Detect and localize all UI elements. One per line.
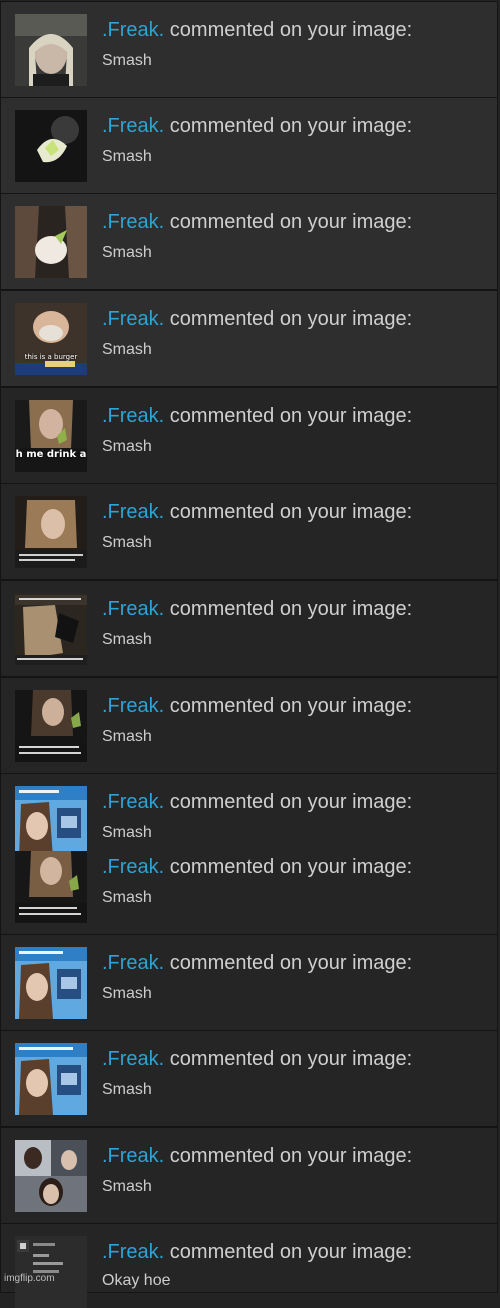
username-link[interactable]: .Freak. xyxy=(102,952,164,974)
notification-text: .Freak. commented on your image: xyxy=(102,501,413,523)
username-link[interactable]: .Freak. xyxy=(102,115,164,137)
notification-text: .Freak. commented on your image: xyxy=(102,791,413,813)
username-link[interactable]: .Freak. xyxy=(102,1241,164,1263)
image-thumbnail[interactable] xyxy=(15,593,87,665)
notification-row[interactable]: .Freak. commented on your image: Smash xyxy=(0,934,498,1031)
notification-row[interactable]: .Freak. commented on your image: Smash xyxy=(0,677,498,774)
username-link[interactable]: .Freak. xyxy=(102,695,164,717)
notification-text: .Freak. commented on your image: xyxy=(102,1048,413,1070)
notification-text: .Freak. commented on your image: xyxy=(102,598,413,620)
image-thumbnail[interactable] xyxy=(15,1043,87,1115)
image-thumbnail[interactable] xyxy=(15,1140,87,1212)
notification-text: .Freak. commented on your image: xyxy=(102,405,413,427)
comment-text: Smash xyxy=(102,728,152,745)
comment-text: Smash xyxy=(102,1081,152,1098)
notification-text: .Freak. commented on your image: xyxy=(102,856,413,878)
image-thumbnail[interactable] xyxy=(15,110,87,182)
notification-row[interactable]: h me drink a .Freak. commented on your i… xyxy=(0,387,498,484)
comment-text: Okay hoe xyxy=(102,1272,171,1289)
notification-row[interactable]: .Freak. commented on your image: Smash xyxy=(0,1127,498,1224)
image-thumbnail[interactable] xyxy=(15,947,87,1019)
image-thumbnail[interactable] xyxy=(15,496,87,568)
notification-row[interactable]: .Freak. commented on your image: Smash xyxy=(0,1030,498,1127)
username-link[interactable]: .Freak. xyxy=(102,405,164,427)
image-thumbnail[interactable]: this is a burger xyxy=(15,303,87,375)
notification-row[interactable]: .Freak. commented on your image: Smash xyxy=(0,193,498,290)
username-link[interactable]: .Freak. xyxy=(102,791,164,813)
comment-text: Smash xyxy=(102,824,152,841)
notification-row[interactable]: .Freak. commented on your image: Smash xyxy=(0,580,498,677)
image-thumbnail[interactable] xyxy=(15,1236,87,1308)
notification-row[interactable]: .Freak. commented on your image: Smash xyxy=(0,483,498,580)
image-thumbnail[interactable] xyxy=(15,14,87,86)
comment-text: Smash xyxy=(102,889,152,906)
username-link[interactable]: .Freak. xyxy=(102,856,164,878)
notification-text: .Freak. commented on your image: xyxy=(102,19,413,41)
comment-text: Smash xyxy=(102,148,152,165)
comment-text: Smash xyxy=(102,631,152,648)
imgflip-watermark: imgflip.com xyxy=(4,1273,55,1284)
notification-text: .Freak. commented on your image: xyxy=(102,115,413,137)
notification-text: .Freak. commented on your image: xyxy=(102,952,413,974)
image-thumbnail[interactable] xyxy=(15,786,87,858)
notification-text: .Freak. commented on your image: xyxy=(102,1241,413,1263)
username-link[interactable]: .Freak. xyxy=(102,501,164,523)
notification-row[interactable]: .Freak. commented on your image: Smash .… xyxy=(0,773,498,935)
notification-text: .Freak. commented on your image: xyxy=(102,1145,413,1167)
username-link[interactable]: .Freak. xyxy=(102,19,164,41)
image-thumbnail[interactable] xyxy=(15,690,87,762)
notification-text: .Freak. commented on your image: xyxy=(102,308,413,330)
comment-text: Smash xyxy=(102,534,152,551)
username-link[interactable]: .Freak. xyxy=(102,308,164,330)
thumbnail-caption: this is a burger xyxy=(24,353,78,361)
comment-text: Smash xyxy=(102,1178,152,1195)
username-link[interactable]: .Freak. xyxy=(102,1048,164,1070)
comment-text: Smash xyxy=(102,341,152,358)
comment-text: Smash xyxy=(102,438,152,455)
notification-text: .Freak. commented on your image: xyxy=(102,695,413,717)
image-thumbnail[interactable]: h me drink a xyxy=(15,400,87,472)
image-thumbnail[interactable] xyxy=(15,851,87,923)
comment-text: Smash xyxy=(102,985,152,1002)
notification-row[interactable]: .Freak. commented on your image: Smash xyxy=(0,97,498,194)
username-link[interactable]: .Freak. xyxy=(102,598,164,620)
comment-text: Smash xyxy=(102,52,152,69)
notification-text: .Freak. commented on your image: xyxy=(102,211,413,233)
image-thumbnail[interactable] xyxy=(15,206,87,278)
thumbnail-caption: h me drink a xyxy=(15,449,87,460)
username-link[interactable]: .Freak. xyxy=(102,211,164,233)
notification-row[interactable]: .Freak. commented on your image: Okay ho… xyxy=(0,1223,498,1308)
comment-text: Smash xyxy=(102,244,152,261)
username-link[interactable]: .Freak. xyxy=(102,1145,164,1167)
notification-row[interactable]: .Freak. commented on your image: Smash xyxy=(0,1,498,98)
notification-row[interactable]: this is a burger .Freak. commented on yo… xyxy=(0,290,498,387)
